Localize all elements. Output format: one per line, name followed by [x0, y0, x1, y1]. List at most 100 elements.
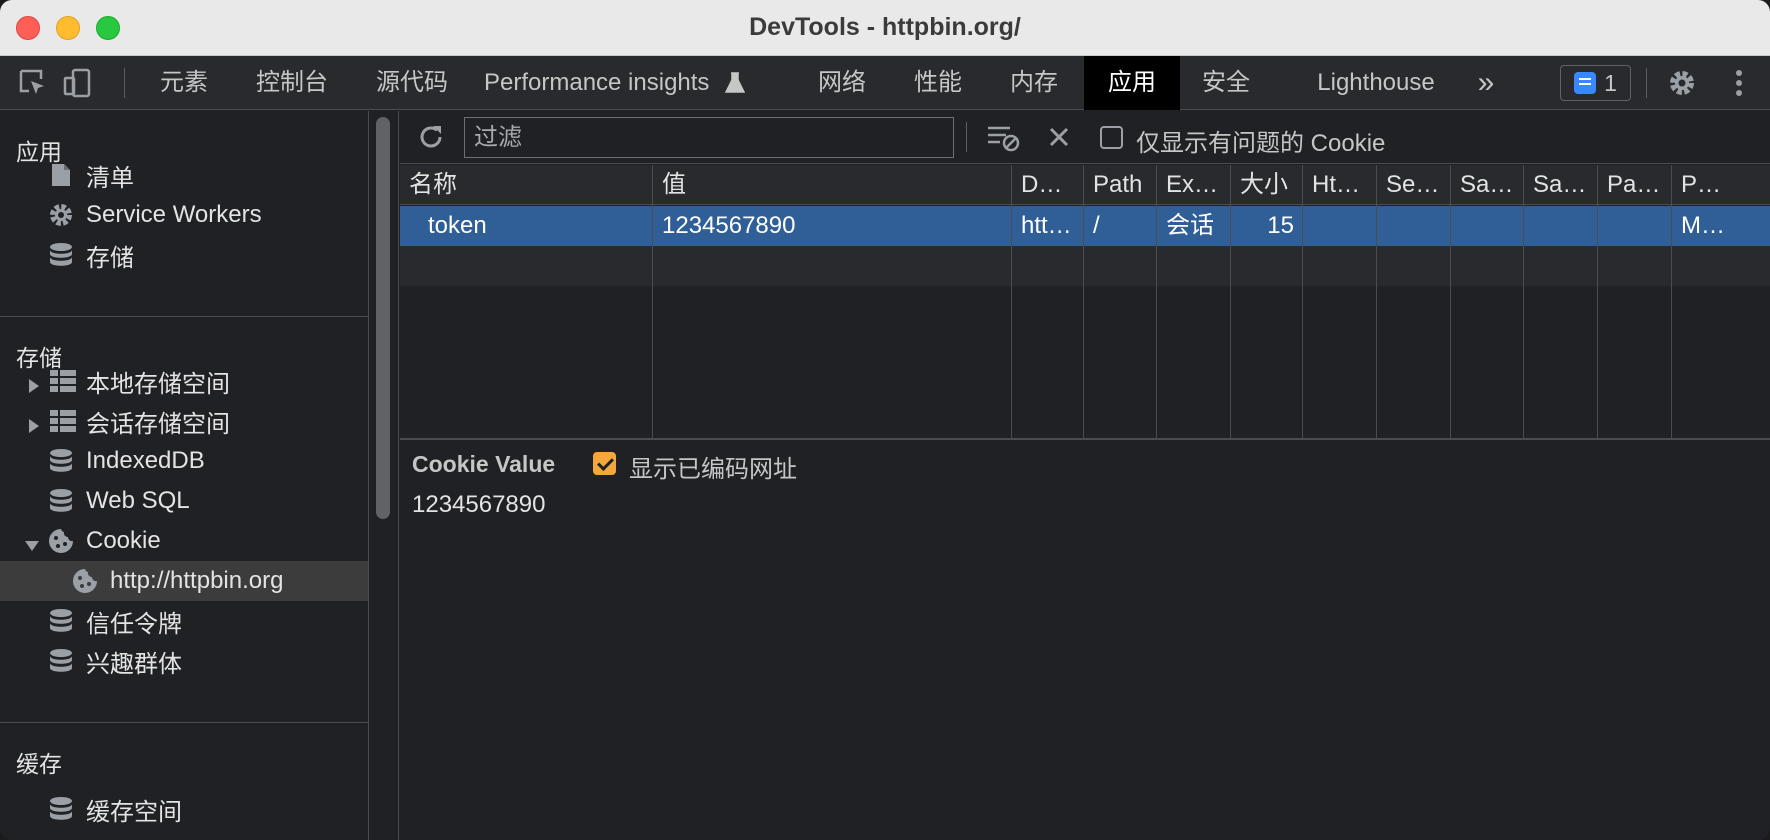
table-row[interactable]: token 1234567890 htt… / 会话 15 M… [400, 206, 1770, 246]
cell-expires: 会话 [1166, 212, 1214, 239]
column-header-name[interactable]: 名称 [400, 165, 653, 205]
clear-filtered-cookies-icon[interactable] [986, 120, 1020, 154]
column-header-httponly[interactable]: Ht… [1303, 165, 1377, 205]
show-decoded-label: 显示已编码网址 [629, 456, 797, 483]
database-icon [48, 796, 74, 822]
tab-console[interactable]: 控制台 [244, 56, 340, 110]
issues-icon [1574, 72, 1597, 94]
sidebar-item-indexeddb[interactable]: IndexedDB [0, 441, 368, 481]
only-issues-checkbox[interactable] [1100, 126, 1123, 149]
column-header-secure[interactable]: Se… [1377, 165, 1451, 205]
issues-counter-button[interactable]: 1 [1560, 65, 1631, 101]
show-decoded-checkbox[interactable] [593, 452, 616, 475]
sidebar-item-manifest[interactable]: 清单 [0, 155, 368, 195]
more-options-icon[interactable] [1722, 66, 1756, 100]
sidebar-item-label: 清单 [86, 164, 134, 192]
column-header-path[interactable]: Path [1084, 165, 1157, 205]
toolbar-divider [124, 68, 125, 98]
column-divider [1302, 205, 1303, 438]
database-icon [48, 448, 74, 474]
refresh-icon[interactable] [414, 120, 448, 154]
column-header-partition-key[interactable]: Pa… [1598, 165, 1672, 205]
cell-size: 15 [1267, 212, 1294, 239]
tab-sources[interactable]: 源代码 [364, 56, 460, 110]
column-header-domain[interactable]: D… [1012, 165, 1084, 205]
sidebar-item-cookie-httpbin[interactable]: http://httpbin.org [0, 561, 368, 601]
tab-network[interactable]: 网络 [806, 56, 878, 110]
sidebar-item-label: Web SQL [86, 487, 190, 514]
issues-count: 1 [1604, 69, 1617, 96]
table-row-empty [400, 246, 1770, 286]
database-icon [48, 488, 74, 514]
expand-arrow-icon[interactable] [26, 373, 42, 393]
sidebar-item-storage-overview[interactable]: 存储 [0, 235, 368, 275]
sidebar-item-interest-groups[interactable]: 兴趣群体 [0, 641, 368, 681]
section-divider [0, 722, 368, 723]
sidebar-scrollbar[interactable] [369, 111, 399, 840]
settings-gear-icon[interactable] [1665, 66, 1699, 100]
column-divider [1671, 205, 1672, 438]
column-header-value[interactable]: 值 [653, 165, 1012, 205]
grid-icon [50, 368, 76, 394]
column-divider [1376, 205, 1377, 438]
cell-value: 1234567890 [662, 212, 796, 239]
tab-application[interactable]: 应用 [1084, 56, 1180, 110]
device-toolbar-icon[interactable] [60, 66, 94, 100]
column-divider [1011, 205, 1012, 438]
expand-arrow-icon[interactable] [26, 413, 42, 433]
more-tabs-button[interactable]: » [1466, 56, 1506, 110]
tab-performance-insights[interactable]: Performance insights [484, 56, 724, 110]
cookie-panel: 仅显示有问题的 Cookie 名称 值 D… Path Ex… 大小 Ht… S… [400, 111, 1770, 840]
cookie-value-text: 1234567890 [412, 491, 546, 518]
cell-path: / [1093, 212, 1100, 239]
table-header: 名称 值 D… Path Ex… 大小 Ht… Se… Sa… Sa… Pa… … [400, 165, 1770, 205]
sidebar-item-trust-tokens[interactable]: 信任令牌 [0, 601, 368, 641]
sidebar-item-session-storage[interactable]: 会话存储空间 [0, 401, 368, 441]
tab-security[interactable]: 安全 [1190, 56, 1262, 110]
column-header-size[interactable]: 大小 [1231, 165, 1303, 205]
sidebar-item-cookie[interactable]: Cookie [0, 521, 368, 561]
sidebar-item-local-storage[interactable]: 本地存储空间 [0, 361, 368, 401]
column-header-samesite[interactable]: Sa… [1451, 165, 1524, 205]
inspect-element-icon[interactable] [16, 66, 50, 100]
clear-all-icon[interactable] [1042, 120, 1076, 154]
sidebar-item-label: 缓存空间 [86, 798, 182, 826]
column-header-expires[interactable]: Ex… [1157, 165, 1231, 205]
sidebar-scroll-thumb[interactable] [376, 117, 390, 519]
cell-priority: M… [1681, 212, 1725, 239]
grid-icon [50, 408, 76, 434]
column-header-sameparty[interactable]: Sa… [1524, 165, 1598, 205]
database-icon [48, 608, 74, 634]
tab-elements[interactable]: 元素 [148, 56, 220, 110]
sidebar-item-label: 本地存储空间 [86, 370, 230, 398]
application-sidebar: 应用 清单 Service Workers 存储 存储 本地存储空间 会话存储空… [0, 111, 369, 840]
tab-performance[interactable]: 性能 [902, 56, 974, 110]
window-title: DevTools - httpbin.org/ [749, 13, 1021, 41]
filter-input[interactable] [464, 117, 954, 158]
devtools-tab-bar: 元素 控制台 源代码 Performance insights 网络 性能 内存… [0, 56, 1770, 110]
collapse-arrow-icon[interactable] [24, 533, 40, 551]
sidebar-item-service-workers[interactable]: Service Workers [0, 195, 368, 235]
cookie-icon [72, 568, 98, 594]
toolbar-divider [966, 122, 967, 152]
column-header-priority[interactable]: P… [1672, 165, 1770, 205]
only-issues-label: 仅显示有问题的 Cookie [1136, 130, 1386, 157]
database-icon [48, 648, 74, 674]
file-icon [48, 162, 74, 188]
cell-domain: htt… [1021, 212, 1072, 239]
column-divider [1156, 205, 1157, 438]
sidebar-item-label: 信任令牌 [86, 610, 182, 638]
column-divider [1230, 205, 1231, 438]
gear-icon [48, 202, 74, 228]
sidebar-item-web-sql[interactable]: Web SQL [0, 481, 368, 521]
tab-memory[interactable]: 内存 [998, 56, 1070, 110]
sidebar-item-label: 存储 [86, 244, 134, 272]
column-divider [1523, 205, 1524, 438]
devtools-window: DevTools - httpbin.org/ 元素 控制台 源代码 Perfo… [0, 0, 1770, 840]
column-divider [1597, 205, 1598, 438]
database-icon [48, 242, 74, 268]
cookie-toolbar: 仅显示有问题的 Cookie [400, 111, 1770, 164]
tab-lighthouse[interactable]: Lighthouse [1306, 56, 1446, 110]
experiment-flask-icon [724, 66, 746, 100]
sidebar-item-cache-storage[interactable]: 缓存空间 [0, 789, 368, 829]
